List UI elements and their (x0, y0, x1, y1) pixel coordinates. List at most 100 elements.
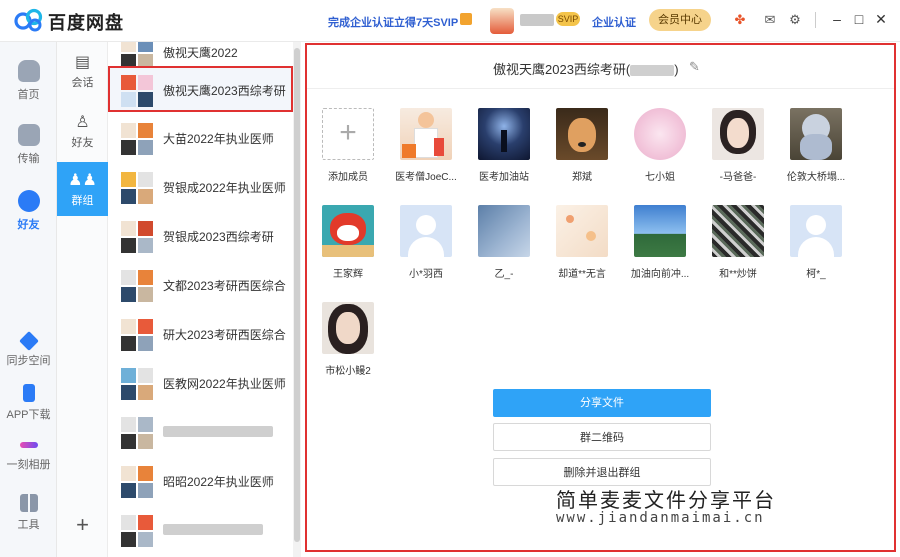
enterprise-auth-link[interactable]: 企业认证 (592, 14, 636, 30)
member-avatar[interactable]: 郑斌 (547, 108, 617, 183)
member-avatar[interactable]: 医考僧JoeC... (391, 108, 461, 183)
group-thumbnail (121, 221, 153, 253)
group-thumbnail (121, 319, 153, 351)
user-name-blurred[interactable] (520, 14, 554, 26)
member-avatar[interactable]: 乙_- (469, 205, 539, 280)
group-item[interactable]: 研大2023考研西医综合 (108, 310, 293, 359)
minimize-icon[interactable]: – (828, 10, 846, 28)
edit-icon[interactable]: ✎ (689, 59, 700, 75)
group-item[interactable]: 贺银成2023西综考研 (108, 212, 293, 261)
member-avatar[interactable]: 和**炒饼 (703, 205, 773, 280)
member-avatar[interactable]: -马爸爸- (703, 108, 773, 183)
avatar (556, 108, 608, 160)
baidu-netdisk-logo (14, 8, 43, 32)
nav-app-label: APP下载 (6, 409, 51, 421)
member-avatar[interactable]: 加油向前冲... (625, 205, 695, 280)
group-item[interactable] (108, 408, 293, 457)
nav-app-download[interactable]: APP下载 (0, 384, 57, 422)
nav-transfer-label: 传输 (17, 153, 40, 165)
group-item[interactable]: 贺银成2022年执业医师 (108, 163, 293, 212)
nav-sync-label: 同步空间 (6, 355, 51, 367)
group-item[interactable]: 文都2023考研西医综合 (108, 261, 293, 310)
group-thumbnail (121, 417, 153, 449)
group-title-text: 傲视天鹰2023西综考研( (493, 62, 631, 77)
group-name: 贺银成2022年执业医师 (163, 181, 286, 195)
maximize-icon[interactable]: □ (850, 10, 868, 28)
mail-icon[interactable]: ✉ (762, 12, 778, 28)
nav-home[interactable]: 首页 (0, 60, 57, 102)
member-name: 柯*_ (806, 269, 826, 280)
member-name: -马爸爸- (719, 172, 757, 183)
add-member-button[interactable]: + 添加成员 (313, 108, 383, 183)
group-item[interactable]: 医教网2022年执业医师 (108, 359, 293, 408)
nav-sync-space[interactable]: 同步空间 (0, 331, 57, 368)
group-name: 傲视天鹰2022 (163, 46, 238, 60)
member-name: 七小姐 (645, 172, 675, 183)
group-item[interactable]: 昭昭2022年执业医师 (108, 457, 293, 506)
member-center-button[interactable]: 会员中心 (649, 9, 711, 31)
nav-friends[interactable]: 好友 (0, 190, 57, 232)
group-title: 傲视天鹰2023西综考研() (493, 59, 679, 78)
group-qrcode-button[interactable]: 群二维码 (493, 423, 711, 451)
member-avatar[interactable]: 七小姐 (625, 108, 695, 183)
cloud-icon (17, 60, 40, 82)
group-name-blurred (163, 522, 291, 536)
avatar (712, 205, 764, 257)
delete-exit-group-button[interactable]: 删除并退出群组 (493, 458, 711, 486)
tools-icon (19, 494, 38, 512)
member-name: 王家辉 (333, 269, 363, 280)
cat-chat-label: 会话 (71, 77, 94, 89)
member-name: 却道**无言 (558, 269, 606, 280)
divider (815, 12, 816, 28)
group-name: 昭昭2022年执业医师 (163, 475, 274, 489)
nav-transfer[interactable]: 传输 (0, 124, 57, 166)
left-navigation: 首页 传输 好友 同步空间 APP下载 一刻相册 工具 (0, 42, 57, 557)
add-icon[interactable]: + (57, 512, 108, 538)
member-avatar[interactable]: 柯*_ (781, 205, 851, 280)
member-name: 添加成员 (328, 172, 368, 183)
close-icon[interactable]: ✕ (872, 10, 890, 28)
avatar (322, 205, 374, 257)
member-name: 和**炒饼 (719, 269, 757, 280)
cat-chat[interactable]: ▤ 会话 (57, 44, 108, 98)
share-file-button[interactable]: 分享文件 (493, 389, 711, 417)
default-avatar-icon (400, 205, 452, 257)
member-avatar[interactable]: 王家辉 (313, 205, 383, 280)
cat-friends[interactable]: ♙ 好友 (57, 104, 108, 158)
group-name: 医教网2022年执业医师 (163, 377, 286, 391)
member-avatar[interactable]: 市松小鳗2 (313, 302, 383, 377)
avatar (322, 302, 374, 354)
group-list-scrollbar-thumb[interactable] (294, 48, 300, 542)
cat-groups[interactable]: ♟♟ 群组 (57, 162, 108, 216)
group-thumbnail (121, 42, 153, 69)
person-icon: ♙ (75, 114, 90, 131)
gift-icon[interactable] (460, 13, 472, 25)
group-item[interactable] (108, 506, 293, 555)
member-avatar[interactable]: 医考加油站 (469, 108, 539, 183)
group-thumbnail (121, 172, 153, 204)
group-item-selected[interactable]: 傲视天鹰2023西综考研 (108, 66, 293, 112)
avatar (712, 108, 764, 160)
group-thumbnail (121, 515, 153, 547)
group-item[interactable]: 大苗2022年执业医师 (108, 114, 293, 163)
user-avatar[interactable] (490, 8, 514, 34)
group-list: 傲视天鹰2022 傲视天鹰2023西综考研 大苗2022年执业医师 贺银成202… (108, 42, 293, 557)
group-thumbnail (121, 466, 153, 498)
member-avatar[interactable]: 伦敦大桥塌... (781, 108, 851, 183)
member-avatar[interactable]: 小*羽西 (391, 205, 461, 280)
nav-tools[interactable]: 工具 (0, 494, 57, 532)
group-name: 研大2023考研西医综合 (163, 328, 286, 342)
group-title-suffix: ) (674, 62, 679, 77)
svip-promo-link[interactable]: 完成企业认证立得7天SVIP (328, 14, 458, 30)
default-avatar-icon (790, 205, 842, 257)
member-name: 伦敦大桥塌... (786, 172, 846, 183)
member-avatar[interactable]: 却道**无言 (547, 205, 617, 280)
svip-badge[interactable]: SVIP (556, 12, 580, 26)
game-icon[interactable]: ✤ (732, 12, 748, 28)
member-name: 郑斌 (572, 172, 592, 183)
nav-album[interactable]: 一刻相册 (0, 436, 57, 472)
phone-icon (22, 384, 35, 402)
avatar (634, 205, 686, 257)
avatar (400, 108, 452, 160)
settings-icon[interactable]: ⚙ (787, 12, 803, 28)
